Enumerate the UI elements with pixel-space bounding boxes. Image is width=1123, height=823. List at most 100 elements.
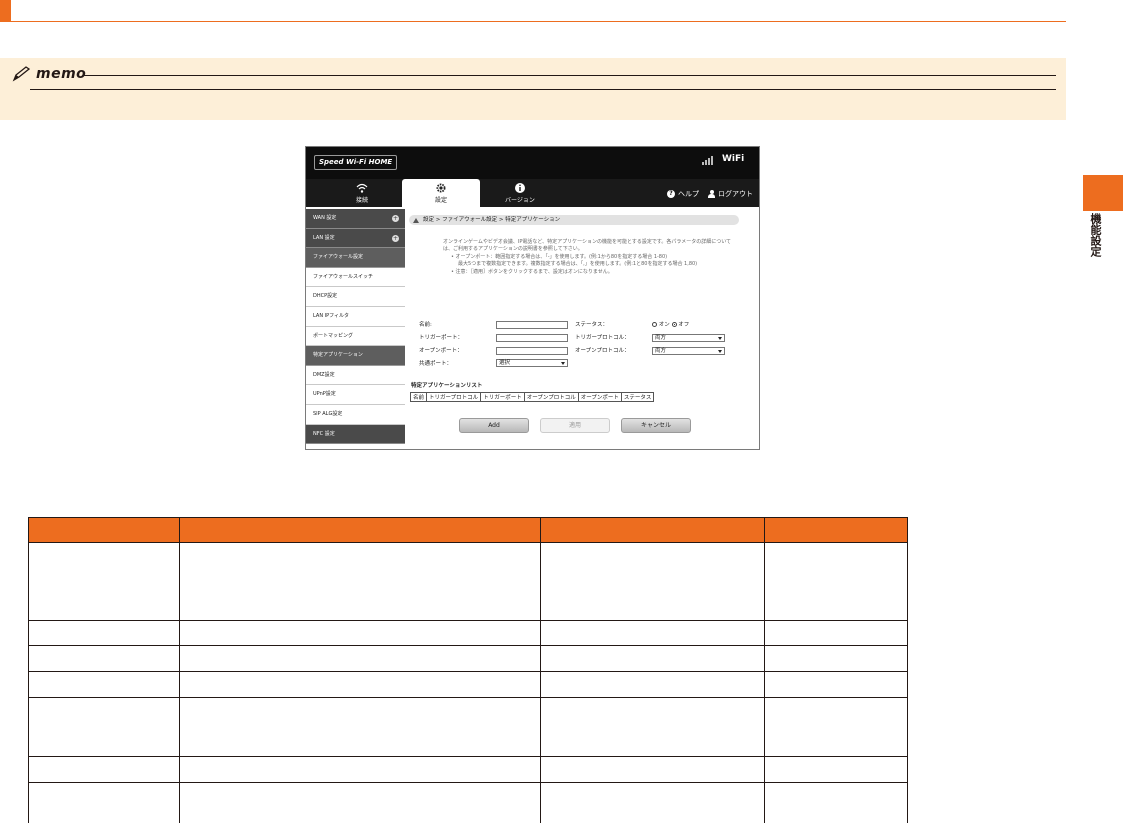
app-list-table: 名前 トリガープロトコル トリガーポート オープンプロトコル オープンポート ス… — [409, 392, 655, 402]
sidebar-item-wan[interactable]: WAN 設定 + — [306, 209, 405, 229]
table-cell — [764, 671, 908, 698]
table-cell — [28, 671, 180, 698]
breadcrumb: 設定 > ファイアウォール設定 > 特定アプリケーション — [409, 215, 739, 225]
trigger-protocol-label: トリガープロトコル： — [575, 335, 630, 341]
column-header — [179, 517, 541, 543]
sidebar-item-lan-ip-filter[interactable]: LAN IPフィルタ — [306, 306, 405, 327]
sidebar-item-special-app[interactable]: 特定アプリケーション — [306, 346, 405, 366]
table-row — [28, 645, 908, 672]
help-link[interactable]: ヘルプ — [678, 189, 699, 199]
page-description: オンラインゲームやビデオ会議、IP電話など、特定アプリケーションの機能を可能とす… — [443, 239, 733, 276]
trigger-port-input[interactable] — [496, 334, 568, 342]
table-cell — [28, 697, 180, 757]
nav-actions: ? ヘルプ ログアウト — [667, 189, 753, 199]
status-radio-group: オン オフ — [652, 321, 689, 329]
header-rule — [0, 21, 1066, 22]
brand-logo: Speed Wi-Fi HOME — [314, 155, 398, 170]
status-off-label: オフ — [678, 322, 690, 328]
memo-logo: memo — [12, 66, 86, 82]
expand-icon: + — [392, 234, 399, 242]
sidebar-item-label: ファイアウォール設定 — [313, 254, 364, 261]
table-row — [28, 782, 908, 823]
description-intro: オンラインゲームやビデオ会議、IP電話など、特定アプリケーションの機能を可能とす… — [443, 239, 732, 253]
table-cell — [179, 697, 541, 757]
wifi-status-icon: WiFi — [722, 154, 745, 164]
sidebar-item-label: DHCP設定 — [313, 293, 338, 300]
table-row — [28, 697, 908, 757]
sidebar-item-label: LAN IPフィルタ — [313, 312, 350, 319]
column-header — [764, 517, 908, 543]
tab-settings-label: 設定 — [434, 197, 447, 204]
table-header-row — [28, 517, 908, 543]
column-header: ステータス — [620, 392, 655, 402]
status-on-radio[interactable] — [652, 322, 657, 327]
table-cell — [764, 542, 908, 621]
table-cell — [540, 542, 765, 621]
open-port-input[interactable] — [496, 347, 568, 355]
column-header — [28, 517, 180, 543]
apply-button[interactable]: 適用 — [540, 418, 610, 433]
table-cell — [28, 645, 180, 672]
user-icon[interactable] — [708, 190, 715, 198]
table-row — [28, 542, 908, 621]
table-cell — [540, 756, 765, 783]
tab-settings[interactable]: 設定 — [402, 179, 480, 207]
trigger-port-label: トリガーポート： — [419, 335, 464, 341]
cancel-button[interactable]: キャンセル — [621, 418, 691, 433]
app-header: Speed Wi-Fi HOME WiFi — [306, 147, 759, 179]
table-cell — [28, 620, 180, 646]
open-protocol-label: オープンプロトコル： — [575, 348, 630, 354]
sidebar-item-label: SIP ALG設定 — [313, 410, 343, 417]
table-cell — [179, 645, 541, 672]
sidebar-item-dmz[interactable]: DMZ設定 — [306, 365, 405, 386]
sidebar-item-upnp[interactable]: UPnP設定 — [306, 385, 405, 405]
sidebar-item-label: ポートマッピング — [313, 332, 354, 339]
memo-label: memo — [36, 66, 87, 82]
table-cell — [764, 645, 908, 672]
sidebar-item-label: DMZ設定 — [313, 371, 335, 378]
tab-connection[interactable]: 接続 — [323, 179, 401, 207]
table-header-row: 名前 トリガープロトコル トリガーポート オープンプロトコル オープンポート ス… — [409, 392, 655, 402]
sidebar-item-port-mapping[interactable]: ポートマッピング — [306, 326, 405, 347]
sidebar-item-firewall[interactable]: ファイアウォール設定 — [306, 248, 405, 268]
sidebar-item-label: LAN 設定 — [313, 234, 335, 241]
info-icon — [515, 183, 525, 193]
logout-link[interactable]: ログアウト — [718, 189, 753, 199]
table-cell — [179, 756, 541, 783]
table-cell — [540, 697, 765, 757]
add-button[interactable]: Add — [459, 418, 529, 433]
sidebar-item-sip-alg[interactable]: SIP ALG設定 — [306, 404, 405, 425]
table-cell — [540, 620, 765, 646]
column-header: オープンプロトコル — [523, 392, 579, 402]
main-nav: 接続 設定 バージョン ? ヘルプ ログアウト — [306, 179, 759, 207]
column-header: 名前 — [409, 392, 428, 402]
table-row — [28, 756, 908, 783]
sidebar-item-nfc[interactable]: NFC 設定 — [306, 424, 405, 445]
trigger-protocol-select[interactable]: 両方 — [652, 334, 725, 342]
sidebar-item-label: 特定アプリケーション — [313, 352, 363, 359]
name-input[interactable] — [496, 321, 568, 329]
table-row — [28, 671, 908, 698]
shared-port-select[interactable]: 選択 — [496, 359, 568, 367]
sidebar-item-firewall-switch[interactable]: ファイアウォールスイッチ — [306, 267, 405, 288]
table-cell — [179, 782, 541, 823]
table-cell — [764, 782, 908, 823]
open-protocol-select[interactable]: 両方 — [652, 347, 725, 355]
tab-version[interactable]: バージョン — [481, 179, 559, 207]
sidebar-item-label: ファイアウォールスイッチ — [313, 273, 374, 280]
help-icon[interactable]: ? — [667, 190, 675, 198]
sidebar-item-dhcp[interactable]: DHCP設定 — [306, 287, 405, 307]
signal-strength-icon — [702, 156, 713, 165]
table-cell — [28, 782, 180, 823]
sidebar-item-label: UPnP設定 — [313, 391, 336, 398]
status-off-radio[interactable] — [671, 322, 677, 327]
expand-icon: + — [392, 215, 399, 222]
side-index-label: 機能設定 — [1089, 213, 1102, 257]
table-cell — [540, 645, 765, 672]
tab-connection-label: 接続 — [355, 197, 368, 204]
sidebar-item-lan[interactable]: LAN 設定 + — [306, 228, 405, 249]
name-label: 名前: — [419, 322, 432, 328]
table-row — [28, 620, 908, 646]
table-cell — [540, 782, 765, 823]
table-cell — [540, 671, 765, 698]
